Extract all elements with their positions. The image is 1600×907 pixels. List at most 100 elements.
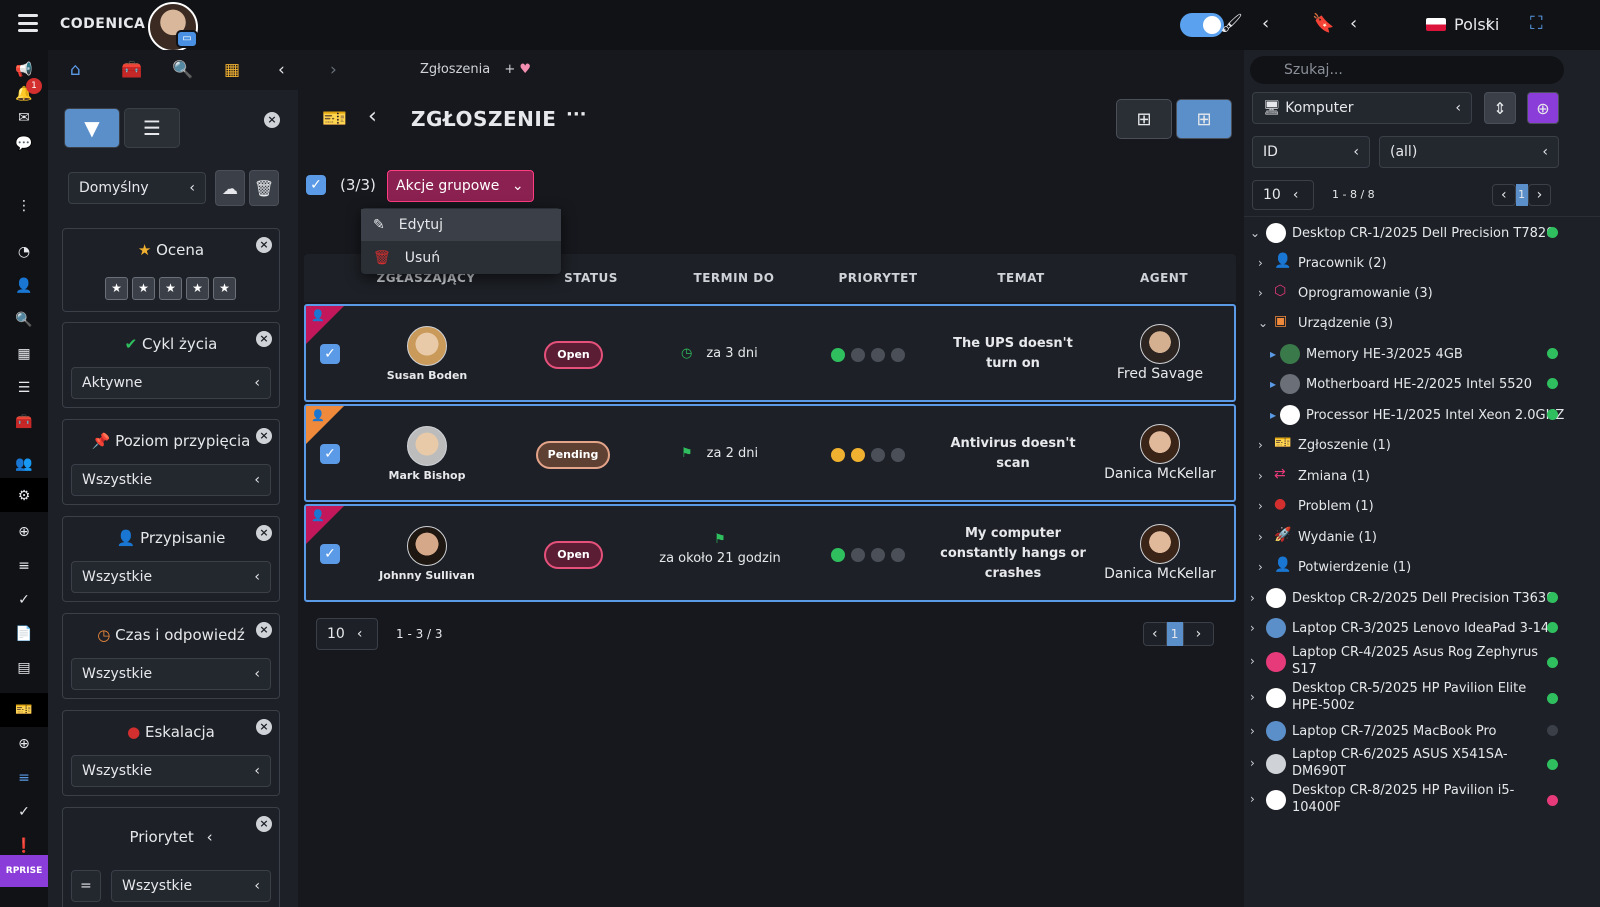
paint-brush-icon[interactable]: 🖌	[1220, 13, 1243, 34]
table-row[interactable]: 👤 ✓ Susan Boden Open ◷ za 3 dni The UPS d…	[304, 304, 1236, 402]
requester-name[interactable]: Mark Bishop	[357, 469, 497, 482]
tree-item[interactable]: › 🚀 Wydanie (1)	[1244, 526, 1600, 548]
database-icon[interactable]: ☰	[14, 378, 34, 398]
next-page-button[interactable]: ›	[1182, 622, 1215, 646]
cloud-upload-button[interactable]: ☁	[215, 170, 245, 206]
hamburger-menu-icon[interactable]	[18, 14, 38, 32]
close-filter-icon[interactable]: ×	[256, 622, 272, 638]
tree-item[interactable]: ▸ Motherboard HE-2/2025 Intel 5520	[1244, 373, 1600, 395]
calendar-icon[interactable]: ▦	[224, 60, 240, 80]
priority-select[interactable]: Wszystkie ‹	[111, 870, 271, 902]
prev-page-button[interactable]: ‹	[1492, 184, 1516, 206]
search-input[interactable]: Szukaj...	[1250, 56, 1564, 84]
tree-item[interactable]: › ⇄ Zmiana (1)	[1244, 465, 1600, 487]
per-page-select[interactable]: 10 ‹	[1252, 180, 1314, 210]
tree-item[interactable]: › 👤 Potwierdzenie (1)	[1244, 556, 1600, 578]
chevron-left-icon[interactable]: ‹	[1350, 13, 1357, 34]
tree-item[interactable]: › Laptop CR-3/2025 Lenovo IdeaPad 3-14	[1244, 617, 1600, 639]
search-icon[interactable]: 🔍	[14, 310, 34, 330]
ticket-topic[interactable]: The UPS doesn't turn on	[938, 334, 1088, 374]
tree-item[interactable]: › ⬡ Oprogramowanie (3)	[1244, 282, 1600, 304]
megaphone-icon[interactable]: 📢	[14, 60, 34, 80]
close-filter-icon[interactable]: ×	[256, 816, 272, 832]
dashboard-icon[interactable]: ◔	[14, 242, 34, 262]
escalation-select[interactable]: Wszystkie ‹	[71, 755, 271, 787]
alert-icon[interactable]: ❗	[14, 836, 34, 856]
agent-name[interactable]: Danica McKellar	[1090, 466, 1230, 482]
ticket-topic[interactable]: My computer constantly hangs or crashes	[938, 524, 1088, 584]
star-icon[interactable]: ★	[159, 277, 182, 300]
add-item-button[interactable]: ⊕	[1527, 92, 1559, 124]
close-filter-icon[interactable]: ×	[256, 525, 272, 541]
type-select[interactable]: 🖥 Komputer ‹	[1252, 92, 1472, 124]
add-tab-button[interactable]: +	[504, 62, 515, 77]
row-checkbox[interactable]: ✓	[320, 444, 340, 464]
tree-item[interactable]: › Desktop CR-2/2025 Dell Precision T3630	[1244, 587, 1600, 609]
close-filter-icon[interactable]: ×	[256, 237, 272, 253]
star-icon[interactable]: ★	[132, 277, 155, 300]
pin-level-select[interactable]: Wszystkie ‹	[71, 464, 271, 496]
group-actions-button[interactable]: Akcje grupowe ⌄	[387, 170, 534, 202]
page-number-button[interactable]: 1	[1166, 622, 1183, 646]
tree-item[interactable]: ⌄ Desktop CR-1/2025 Dell Precision T7820	[1244, 222, 1600, 244]
heart-icon[interactable]: ♥	[519, 62, 531, 77]
next-page-button[interactable]: ›	[1527, 184, 1552, 206]
checklist-icon[interactable]: ✓	[14, 590, 34, 610]
plus-circle-icon[interactable]: ⊕	[14, 522, 34, 542]
user-icon[interactable]: 👤	[14, 276, 34, 296]
sort-button[interactable]: ☰	[124, 108, 180, 148]
back-chevron-icon[interactable]: ‹	[368, 104, 377, 129]
brand-logo[interactable]: CODENICA	[60, 16, 145, 32]
requester-avatar[interactable]	[407, 526, 447, 566]
toolbox-icon[interactable]: 🧰	[121, 60, 142, 80]
toolbox-icon[interactable]: 🧰	[14, 412, 34, 432]
checklist-icon[interactable]: ✓	[14, 802, 34, 822]
tree-item[interactable]: ⌄ ▣ Urządzenie (3)	[1244, 312, 1600, 334]
agent-name[interactable]: Fred Savage	[1090, 366, 1230, 382]
column-priority[interactable]: PRIORYTET	[808, 271, 948, 285]
requester-avatar[interactable]	[407, 326, 447, 366]
tree-item[interactable]: › Laptop CR-4/2025 Asus Rog Zephyrus S17	[1244, 644, 1600, 680]
home-icon[interactable]: ⌂	[70, 60, 81, 80]
agent-avatar[interactable]	[1140, 324, 1180, 364]
table-row[interactable]: 👤 ✓ Mark Bishop Pending ⚑ za 2 dni Antivi…	[304, 404, 1236, 502]
chevron-left-icon[interactable]: ‹	[278, 60, 285, 80]
search-icon[interactable]: 🔍	[172, 60, 193, 80]
star-icon[interactable]: ★	[105, 277, 128, 300]
column-agent[interactable]: AGENT	[1094, 271, 1234, 285]
plus-circle-icon[interactable]: ⊕	[14, 734, 34, 754]
row-checkbox[interactable]: ✓	[320, 344, 340, 364]
table-view-button[interactable]: ⊞	[1176, 99, 1232, 139]
sort-updown-button[interactable]: ⇕	[1484, 92, 1516, 124]
breadcrumb-item[interactable]: Zgłoszenia	[420, 62, 490, 77]
agent-avatar[interactable]	[1140, 424, 1180, 464]
lifecycle-select[interactable]: Aktywne ‹	[71, 367, 271, 399]
per-page-select[interactable]: 10 ‹	[316, 618, 378, 650]
poland-flag-icon[interactable]	[1426, 18, 1446, 31]
tree-item[interactable]: › 👤 Pracownik (2)	[1244, 252, 1600, 274]
mail-icon[interactable]: ✉	[14, 108, 34, 128]
prev-page-button[interactable]: ‹	[1143, 622, 1167, 646]
tree-item[interactable]: › Laptop CR-6/2025 ASUS X541SA-DM690T	[1244, 746, 1600, 782]
field-value-select[interactable]: (all) ‹	[1379, 136, 1559, 168]
tree-item[interactable]: ▸ Processor HE-1/2025 Intel Xeon 2.0GHZ	[1244, 404, 1600, 426]
more-vertical-icon[interactable]: ⋮	[14, 196, 34, 216]
tree-item[interactable]: › Desktop CR-5/2025 HP Pavilion Elite HP…	[1244, 680, 1600, 716]
language-selector[interactable]: Polski	[1454, 15, 1499, 34]
chevron-left-icon[interactable]: ‹	[1485, 13, 1492, 34]
list-icon[interactable]: ≡	[14, 768, 34, 788]
table-row[interactable]: 👤 ✓ Johnny Sullivan Open ⚑ za około 21 go…	[304, 504, 1236, 602]
tree-item[interactable]: › Laptop CR-7/2025 MacBook Pro	[1244, 720, 1600, 742]
row-checkbox[interactable]: ✓	[320, 544, 340, 564]
filter-button[interactable]: ▼	[64, 108, 120, 148]
requester-avatar[interactable]	[407, 426, 447, 466]
select-all-checkbox[interactable]: ✓	[306, 175, 326, 195]
tree-item[interactable]: › Desktop CR-8/2025 HP Pavilion i5-10400…	[1244, 782, 1600, 818]
cubes-icon[interactable]: ⚙	[14, 486, 34, 506]
tree-item[interactable]: › ● Problem (1)	[1244, 495, 1600, 517]
chat-icon[interactable]: 💬	[14, 134, 34, 154]
chevron-left-icon[interactable]: ‹	[1262, 13, 1269, 34]
requester-name[interactable]: Johnny Sullivan	[357, 569, 497, 582]
close-filter-icon[interactable]: ×	[256, 331, 272, 347]
star-icon[interactable]: ★	[186, 277, 209, 300]
